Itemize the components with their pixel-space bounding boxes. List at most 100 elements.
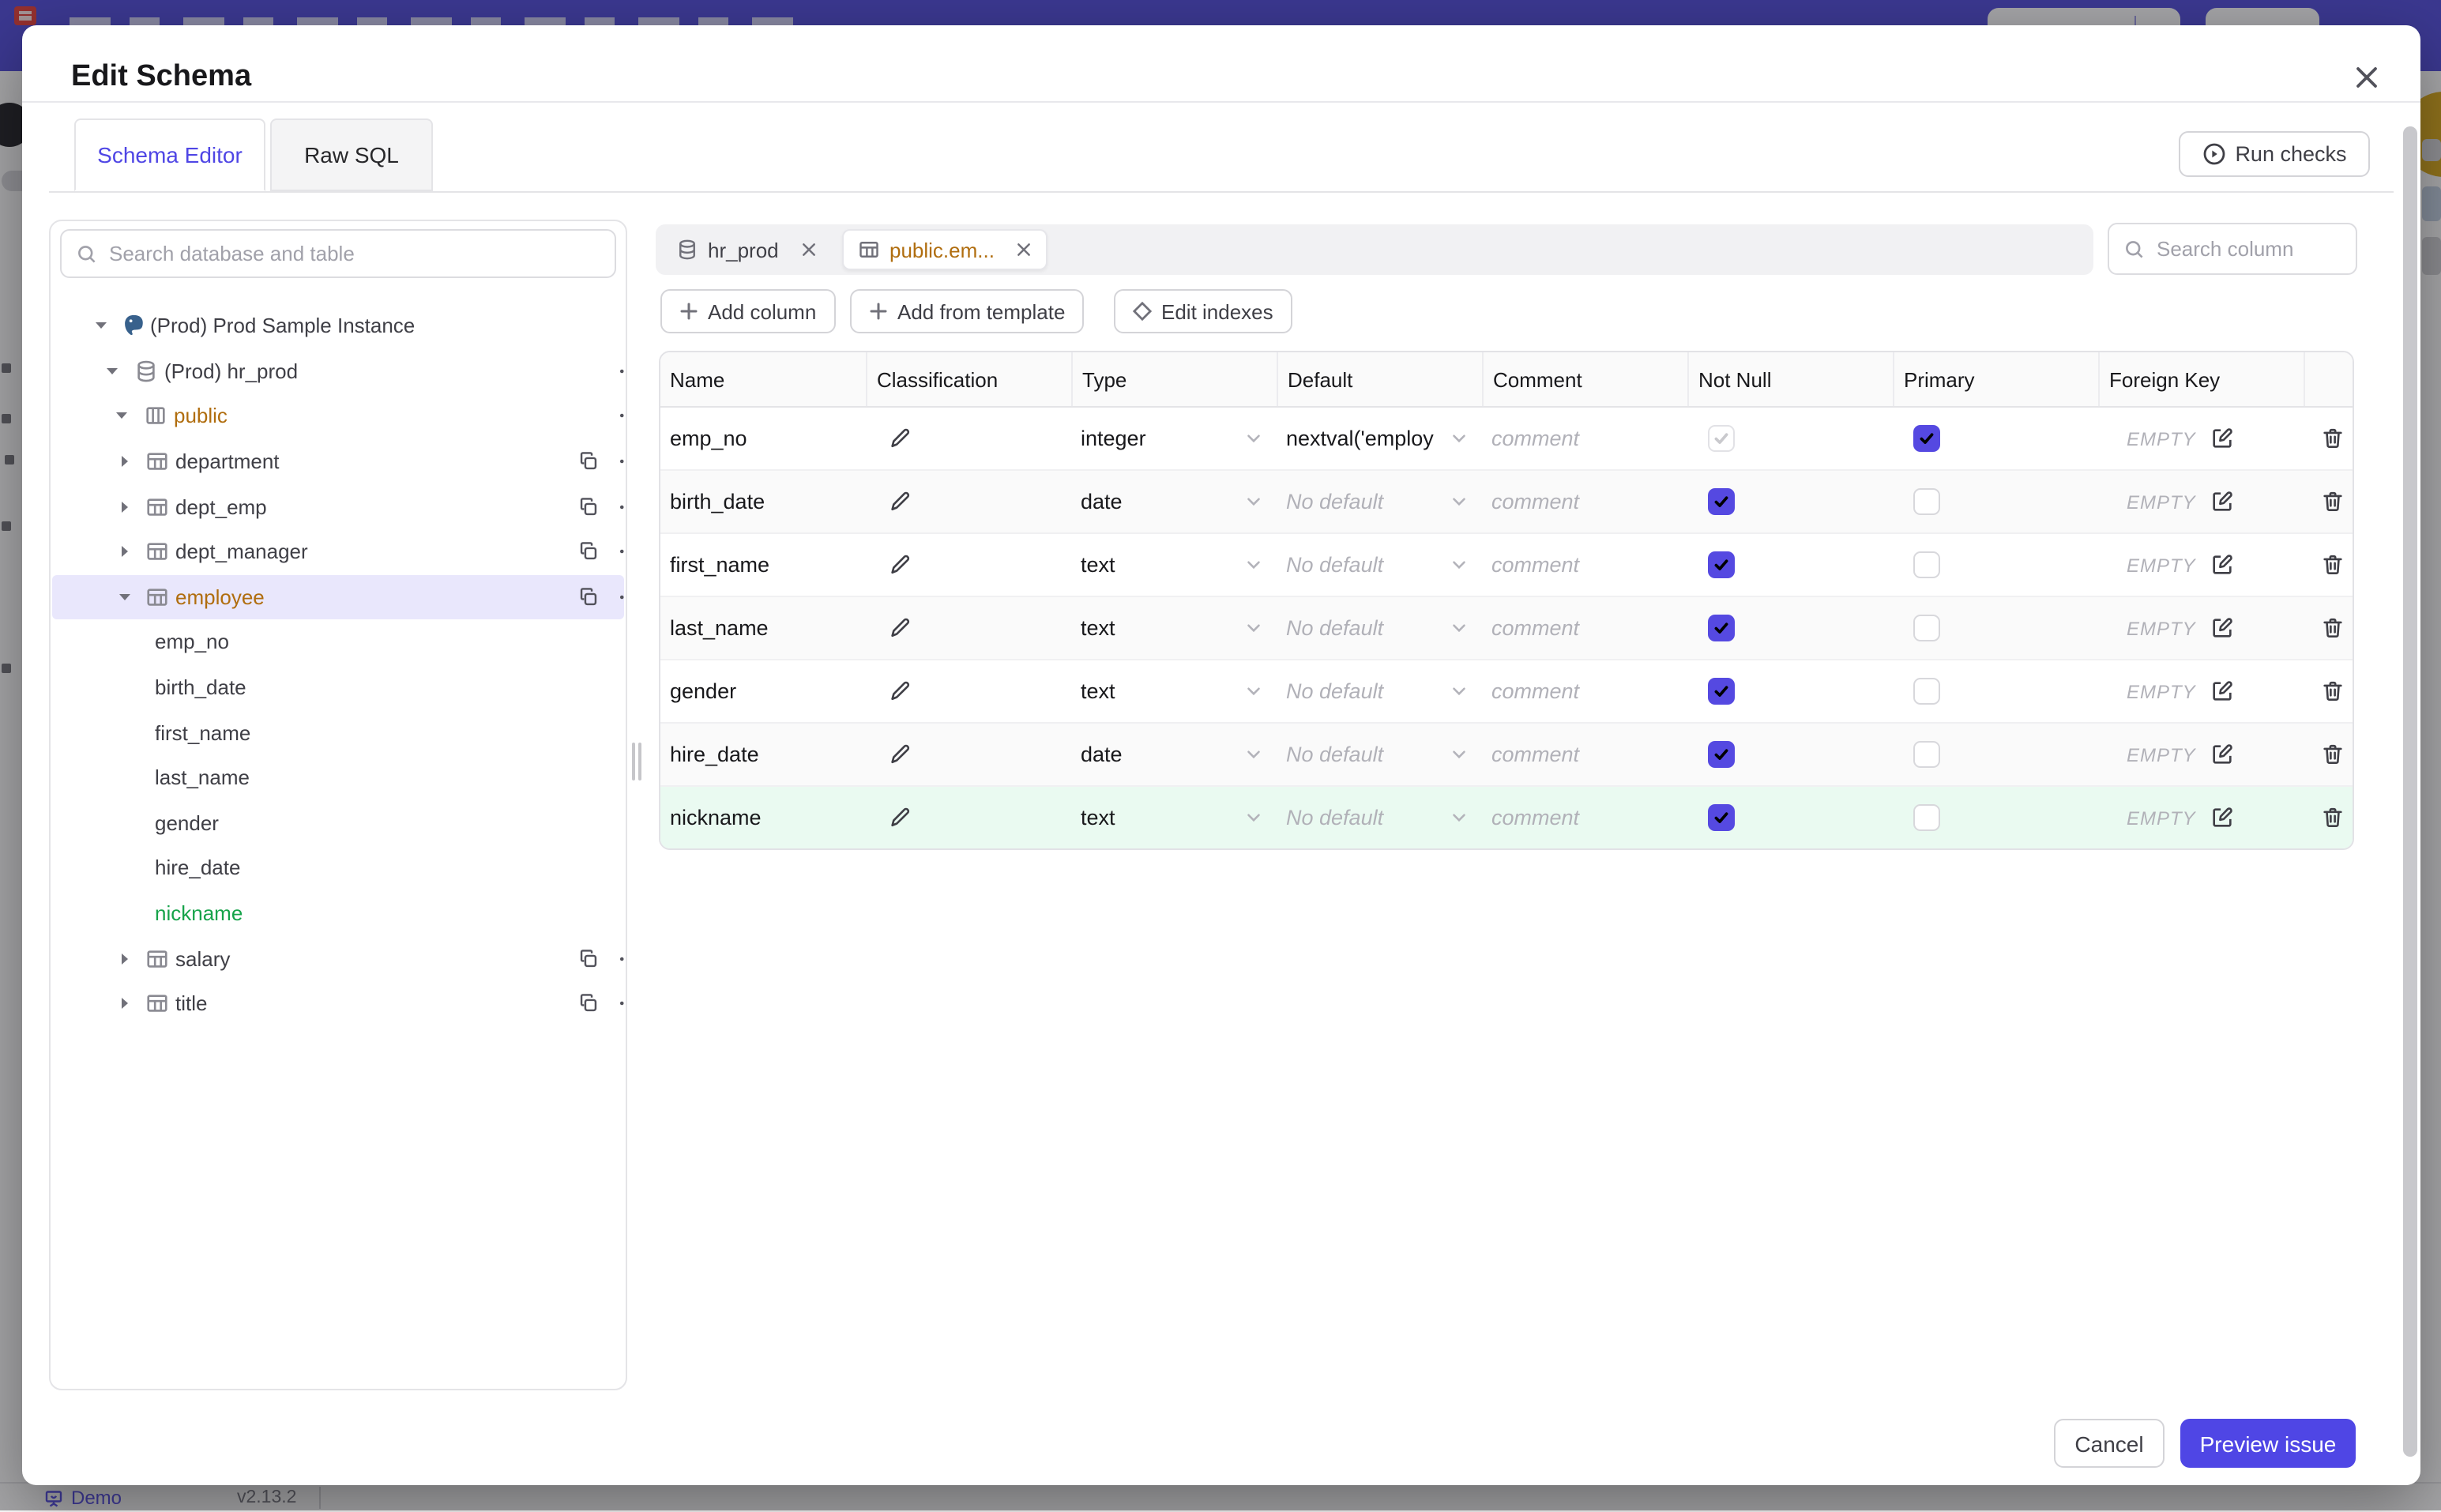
tab-schema-editor[interactable]: Schema Editor bbox=[74, 118, 265, 191]
checkbox[interactable] bbox=[1913, 551, 1940, 578]
copy-icon[interactable] bbox=[578, 542, 599, 562]
tree-item-department[interactable]: department bbox=[52, 439, 624, 484]
edit-foreign-key-icon[interactable] bbox=[2210, 616, 2234, 640]
checkbox-checked[interactable] bbox=[1708, 804, 1735, 831]
preview-issue-button[interactable]: Preview issue bbox=[2180, 1419, 2356, 1468]
caret-right-icon[interactable] bbox=[117, 544, 133, 560]
column-name[interactable]: hire_date bbox=[670, 743, 759, 766]
chevron-down-icon[interactable] bbox=[1243, 428, 1264, 449]
delete-column-icon[interactable] bbox=[2321, 806, 2345, 829]
edit-classification-icon[interactable] bbox=[888, 743, 912, 766]
checkbox-checked[interactable] bbox=[1708, 741, 1735, 768]
checkbox[interactable] bbox=[1913, 488, 1940, 515]
edit-classification-icon[interactable] bbox=[888, 490, 912, 513]
tree-item-salary[interactable]: salary bbox=[52, 936, 624, 981]
more-options-icon[interactable] bbox=[618, 360, 626, 382]
edit-foreign-key-icon[interactable] bbox=[2210, 553, 2234, 577]
checkbox-checked[interactable] bbox=[1708, 488, 1735, 515]
tree-item-last_name[interactable]: last_name bbox=[52, 755, 624, 800]
checkbox-checked[interactable] bbox=[1708, 678, 1735, 705]
database-search-input[interactable]: Search database and table bbox=[60, 229, 616, 278]
column-default[interactable]: No default bbox=[1286, 490, 1442, 513]
edit-foreign-key-icon[interactable] bbox=[2210, 427, 2234, 450]
close-tab-icon[interactable] bbox=[801, 242, 817, 258]
edit-foreign-key-icon[interactable] bbox=[2210, 490, 2234, 513]
more-options-icon[interactable] bbox=[618, 541, 626, 563]
column-comment-input[interactable]: comment bbox=[1491, 679, 1687, 703]
checkbox[interactable] bbox=[1913, 615, 1940, 641]
column-default[interactable]: No default bbox=[1286, 743, 1442, 766]
delete-column-icon[interactable] bbox=[2321, 616, 2345, 640]
more-options-icon[interactable] bbox=[618, 993, 626, 1015]
column-name[interactable]: gender bbox=[670, 679, 736, 703]
tab-raw-sql[interactable]: Raw SQL bbox=[270, 118, 433, 191]
column-default[interactable]: No default bbox=[1286, 553, 1442, 577]
tree-item-nickname[interactable]: nickname bbox=[52, 891, 624, 936]
column-default[interactable]: No default bbox=[1286, 679, 1442, 703]
caret-right-icon[interactable] bbox=[117, 498, 133, 514]
delete-column-icon[interactable] bbox=[2321, 743, 2345, 766]
delete-column-icon[interactable] bbox=[2321, 490, 2345, 513]
chevron-down-icon[interactable] bbox=[1449, 491, 1469, 512]
column-default[interactable]: No default bbox=[1286, 616, 1442, 640]
chevron-down-icon[interactable] bbox=[1243, 807, 1264, 828]
cancel-button[interactable]: Cancel bbox=[2054, 1419, 2165, 1468]
chevron-down-icon[interactable] bbox=[1449, 428, 1469, 449]
edit-classification-icon[interactable] bbox=[888, 679, 912, 703]
copy-icon[interactable] bbox=[578, 948, 599, 969]
copy-icon[interactable] bbox=[578, 451, 599, 472]
column-name[interactable]: first_name bbox=[670, 553, 769, 577]
column-name[interactable]: birth_date bbox=[670, 490, 765, 513]
checkbox-checked[interactable] bbox=[1913, 425, 1940, 452]
copy-icon[interactable] bbox=[578, 994, 599, 1014]
checkbox-checked[interactable] bbox=[1708, 615, 1735, 641]
caret-down-icon[interactable] bbox=[117, 589, 133, 605]
chevron-down-icon[interactable] bbox=[1243, 618, 1264, 638]
chevron-down-icon[interactable] bbox=[1449, 744, 1469, 765]
tree-item-title[interactable]: title bbox=[52, 981, 624, 1026]
column-name[interactable]: emp_no bbox=[670, 427, 747, 450]
column-comment-input[interactable]: comment bbox=[1491, 806, 1687, 829]
close-icon[interactable] bbox=[2349, 60, 2384, 95]
chevron-down-icon[interactable] bbox=[1243, 491, 1264, 512]
add-from-template-button[interactable]: Add from template bbox=[850, 289, 1085, 333]
edit-classification-icon[interactable] bbox=[888, 616, 912, 640]
caret-down-icon[interactable] bbox=[114, 408, 130, 424]
tree-item--prod-hr_prod[interactable]: (Prod) hr_prod bbox=[52, 348, 624, 393]
checkbox[interactable] bbox=[1913, 741, 1940, 768]
tree-item-hire_date[interactable]: hire_date bbox=[52, 845, 624, 890]
more-options-icon[interactable] bbox=[618, 450, 626, 472]
column-default[interactable]: nextval('employ bbox=[1286, 427, 1442, 450]
delete-column-icon[interactable] bbox=[2321, 427, 2345, 450]
delete-column-icon[interactable] bbox=[2321, 553, 2345, 577]
column-name[interactable]: nickname bbox=[670, 806, 762, 829]
copy-icon[interactable] bbox=[578, 587, 599, 607]
modal-scrollbar[interactable] bbox=[2403, 126, 2417, 1457]
column-comment-input[interactable]: comment bbox=[1491, 616, 1687, 640]
tree-item-public[interactable]: public bbox=[52, 393, 624, 438]
column-search-input[interactable]: Search column bbox=[2108, 223, 2357, 275]
column-comment-input[interactable]: comment bbox=[1491, 743, 1687, 766]
column-type[interactable]: text bbox=[1081, 679, 1237, 703]
column-name[interactable]: last_name bbox=[670, 616, 769, 640]
tree-item-birth_date[interactable]: birth_date bbox=[52, 665, 624, 710]
checkbox[interactable] bbox=[1913, 678, 1940, 705]
run-checks-button[interactable]: Run checks bbox=[2179, 131, 2370, 177]
edit-foreign-key-icon[interactable] bbox=[2210, 743, 2234, 766]
column-type[interactable]: text bbox=[1081, 616, 1237, 640]
caret-right-icon[interactable] bbox=[117, 453, 133, 469]
editor-tab-public-employee[interactable]: public.em... bbox=[842, 229, 1048, 270]
column-type[interactable]: date bbox=[1081, 490, 1237, 513]
column-comment-input[interactable]: comment bbox=[1491, 553, 1687, 577]
tree-item-first_name[interactable]: first_name bbox=[52, 710, 624, 755]
caret-down-icon[interactable] bbox=[93, 318, 109, 334]
chevron-down-icon[interactable] bbox=[1243, 555, 1264, 575]
chevron-down-icon[interactable] bbox=[1449, 807, 1469, 828]
more-options-icon[interactable] bbox=[618, 947, 626, 969]
column-comment-input[interactable]: comment bbox=[1491, 490, 1687, 513]
close-tab-icon[interactable] bbox=[1017, 242, 1032, 258]
copy-icon[interactable] bbox=[578, 496, 599, 517]
edit-foreign-key-icon[interactable] bbox=[2210, 679, 2234, 703]
delete-column-icon[interactable] bbox=[2321, 679, 2345, 703]
caret-right-icon[interactable] bbox=[117, 996, 133, 1012]
